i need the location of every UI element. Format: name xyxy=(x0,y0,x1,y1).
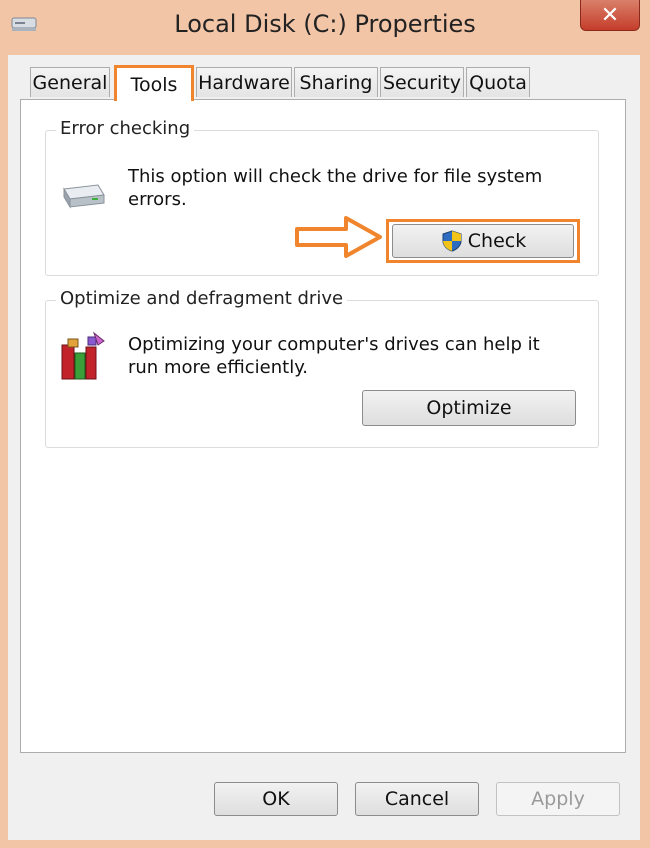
tab-hardware[interactable]: Hardware xyxy=(196,67,292,97)
ok-button[interactable]: OK xyxy=(214,782,338,816)
dialog-client: General Tools Hardware Sharing Security … xyxy=(8,55,640,840)
window-title: Local Disk (C:) Properties xyxy=(174,10,476,38)
defrag-icon xyxy=(61,331,105,380)
tab-tools[interactable]: Tools xyxy=(114,65,194,101)
drive-icon xyxy=(63,184,105,209)
optimize-button[interactable]: Optimize xyxy=(362,390,576,426)
check-button-label: Check xyxy=(467,230,527,252)
title-bar[interactable]: Local Disk (C:) Properties ✕ xyxy=(0,0,650,60)
tab-sharing[interactable]: Sharing xyxy=(294,67,378,97)
arrow-right-icon xyxy=(295,216,382,258)
optimize-title: Optimize and defragment drive xyxy=(56,288,348,309)
tools-panel: Error checking This option will check th… xyxy=(20,99,626,753)
cancel-button[interactable]: Cancel xyxy=(355,782,479,816)
properties-window: Local Disk (C:) Properties ✕ General Too… xyxy=(0,0,650,848)
tab-quota[interactable]: Quota xyxy=(466,67,530,97)
error-checking-title: Error checking xyxy=(56,118,195,139)
tab-general[interactable]: General xyxy=(30,67,110,97)
close-button[interactable]: ✕ xyxy=(580,0,640,31)
check-button[interactable]: Check xyxy=(392,224,574,258)
apply-button[interactable]: Apply xyxy=(496,782,620,816)
uac-shield-icon xyxy=(442,230,462,252)
tab-security[interactable]: Security xyxy=(380,67,464,97)
error-checking-group: Error checking This option will check th… xyxy=(45,118,599,276)
error-checking-description: This option will check the drive for fil… xyxy=(128,166,543,210)
optimize-group: Optimize and defragment drive Optimizing… xyxy=(45,288,599,448)
optimize-description: Optimizing your computer's drives can he… xyxy=(128,334,540,378)
